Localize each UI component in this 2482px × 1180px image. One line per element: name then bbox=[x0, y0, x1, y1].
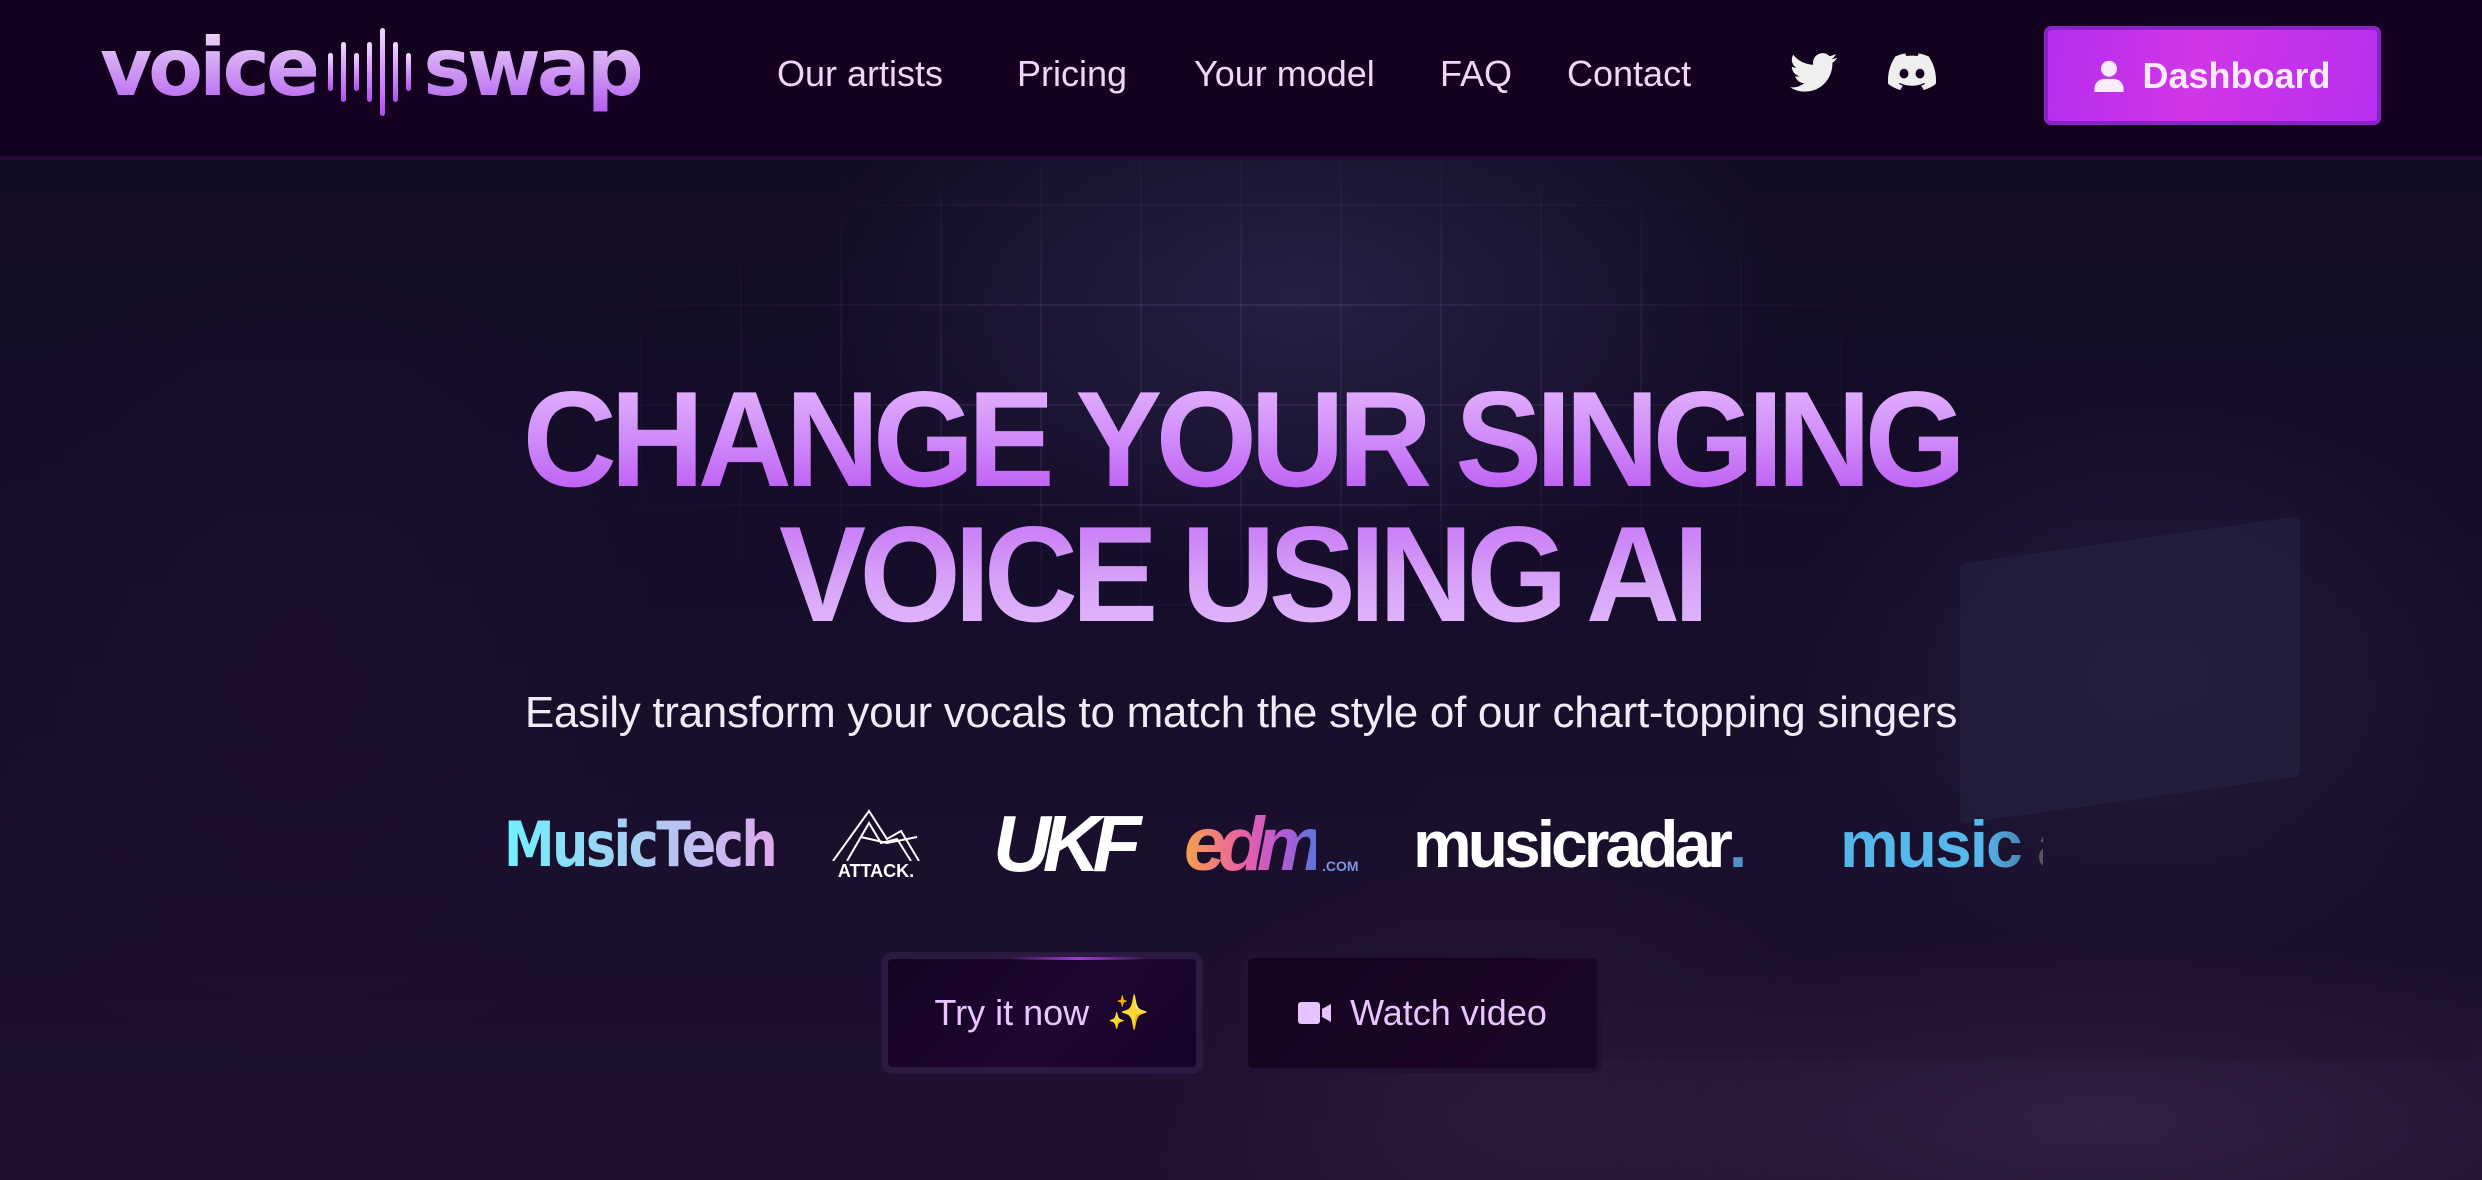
nav-our-artists[interactable]: Our artists bbox=[777, 52, 943, 96]
hero-grid-overlay bbox=[0, 160, 2482, 1180]
discord-link[interactable] bbox=[1888, 53, 1937, 93]
brand-logo[interactable]: voice swap bbox=[100, 21, 644, 122]
press-logo-edm-suffix: .COM bbox=[1322, 858, 1359, 874]
headline-line-2: VOICE USING AI bbox=[50, 506, 2433, 642]
discord-icon bbox=[1888, 53, 1937, 90]
user-icon bbox=[2094, 60, 2125, 92]
nav-faq[interactable]: FAQ bbox=[1440, 52, 1512, 96]
nav-your-model[interactable]: Your model bbox=[1194, 52, 1375, 96]
headline-line-1: CHANGE YOUR SINGING bbox=[50, 371, 2433, 507]
hero-section bbox=[0, 160, 2482, 1180]
press-logo-attack-text: ATTACK. bbox=[837, 861, 915, 881]
press-logo-musicradar-dot: . bbox=[1728, 807, 1747, 881]
watch-video-label: Watch video bbox=[1350, 992, 1547, 1033]
brand-name-right: swap bbox=[423, 21, 644, 114]
headline-line-2-text: VOICE USING AI bbox=[773, 506, 1710, 642]
twitter-link[interactable] bbox=[1790, 53, 1838, 93]
sparkles-icon: ✨ bbox=[1107, 994, 1150, 1032]
dashboard-button[interactable]: Dashboard bbox=[2044, 26, 2381, 125]
dashboard-button-label: Dashboard bbox=[2142, 54, 2331, 96]
nav-contact[interactable]: Contact bbox=[1567, 52, 1691, 96]
press-logo-music-truncated: music a bbox=[1840, 806, 2043, 882]
press-logo-strip: MusicTech ATTACK. UKF edm .COM musicrada… bbox=[0, 799, 2482, 888]
try-it-now-label: Try it now bbox=[934, 992, 1090, 1033]
press-logo-ukf: UKF bbox=[993, 799, 1141, 888]
press-logo-musicradar-text: musicradar bbox=[1413, 807, 1733, 881]
twitter-icon bbox=[1790, 53, 1838, 92]
soundwave-icon bbox=[328, 27, 412, 117]
try-it-now-button[interactable]: Try it now ✨ bbox=[882, 953, 1202, 1073]
brand-name-left: voice bbox=[100, 21, 320, 114]
press-logo-edm: edm bbox=[1184, 801, 1324, 887]
video-camera-icon bbox=[1298, 1002, 1332, 1024]
watch-video-button[interactable]: Watch video bbox=[1243, 953, 1602, 1073]
nav-pricing[interactable]: Pricing bbox=[1017, 52, 1127, 96]
headline-line-1-text: CHANGE YOUR SINGING bbox=[517, 371, 1967, 507]
attack-mountain-icon bbox=[832, 809, 920, 861]
press-logo-musicradar: musicradar. bbox=[1413, 806, 1747, 882]
site-header: voice swap Our artists Pricing Your mode… bbox=[0, 0, 2482, 160]
press-logo-musictech: MusicTech bbox=[504, 807, 778, 881]
press-logo-attack: ATTACK. bbox=[827, 806, 925, 882]
hero-subtitle: Easily transform your vocals to match th… bbox=[524, 688, 1958, 737]
